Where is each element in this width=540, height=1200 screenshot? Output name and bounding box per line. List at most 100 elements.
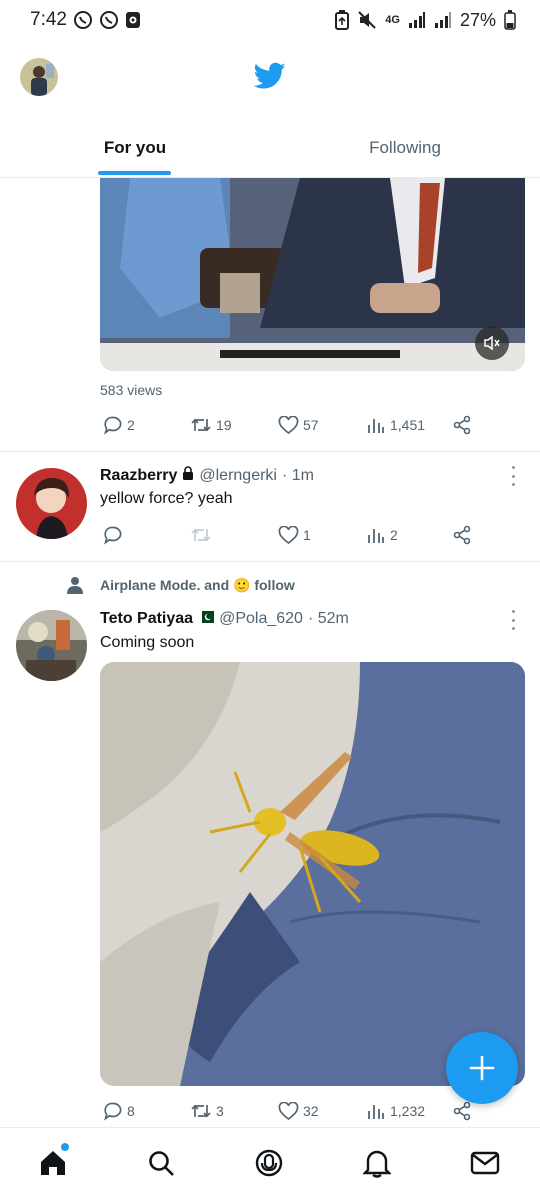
post-divider (0, 451, 540, 452)
spaces-icon (255, 1149, 283, 1177)
new-content-dot (61, 1143, 69, 1151)
tab-following[interactable]: Following (270, 118, 540, 178)
post-actions: 1 2 (100, 522, 480, 548)
retweet-button (190, 522, 216, 548)
pakistan-flag-icon (198, 610, 215, 628)
notifications-icon (363, 1150, 391, 1178)
mute-icon (357, 10, 377, 30)
reply-icon (103, 526, 122, 545)
share-icon (453, 1101, 471, 1121)
profile-avatar[interactable] (20, 58, 58, 96)
retweet-count: 3 (216, 1103, 224, 1119)
retweet-icon (191, 418, 211, 432)
whatsapp-icon (73, 10, 93, 30)
reply-button[interactable]: 2 (103, 412, 135, 438)
timeline-tabs: For you Following (0, 118, 540, 178)
post-actions: 8 3 32 1,232 (100, 1098, 480, 1124)
reply-count: 8 (127, 1103, 135, 1119)
post-header: Raazberry @lerngerki · 1m (100, 466, 314, 485)
share-button[interactable] (452, 412, 472, 438)
like-count: 32 (303, 1103, 319, 1119)
compose-tweet-button[interactable] (446, 1032, 518, 1104)
app-header: For you Following (0, 40, 540, 178)
battery-saver-icon (335, 10, 350, 30)
share-icon (453, 415, 471, 435)
view-count: 2 (390, 527, 398, 543)
post-actions: 2 19 57 1,451 (100, 412, 480, 438)
status-time: 7:42 (30, 9, 67, 30)
reply-icon (103, 416, 122, 435)
post-divider (0, 561, 540, 562)
views-button[interactable]: 1,232 (366, 1098, 425, 1124)
heart-icon (278, 415, 299, 434)
post-text: Coming soon (100, 634, 195, 651)
reply-button[interactable] (103, 522, 127, 548)
post-header: Teto Patiyaa @Pola_620 · 52m (100, 610, 349, 628)
signal-icon (434, 11, 452, 29)
social-context[interactable]: Airplane Mode. and 🙂 follow (66, 576, 295, 594)
network-type: 4G (385, 14, 400, 26)
more-options-icon[interactable] (508, 610, 518, 630)
more-options-icon[interactable] (508, 466, 518, 486)
like-count: 57 (303, 417, 319, 433)
tab-for-you[interactable]: For you (0, 118, 270, 178)
screen-record-icon (125, 11, 141, 29)
reply-count: 2 (127, 417, 135, 433)
user-avatar[interactable] (16, 468, 87, 539)
view-count: 1,232 (390, 1103, 426, 1119)
user-avatar[interactable] (16, 610, 87, 681)
share-button[interactable] (452, 522, 472, 548)
mute-toggle-icon[interactable] (475, 326, 509, 360)
post-time: · 1m (281, 466, 314, 484)
retweet-count: 19 (216, 417, 232, 433)
video-view-count: 583 views (100, 382, 163, 398)
user-handle[interactable]: @Pola_620 (219, 610, 303, 628)
reply-icon (103, 1102, 122, 1121)
battery-icon (504, 10, 516, 30)
analytics-icon (368, 419, 384, 433)
retweet-button[interactable]: 19 (190, 412, 232, 438)
reply-button[interactable]: 8 (103, 1098, 135, 1124)
timeline-feed[interactable]: 583 views 2 19 57 1,451 Raazberry @lerng… (0, 178, 540, 1128)
signal-icon (408, 11, 426, 29)
views-button[interactable]: 2 (366, 522, 398, 548)
nav-search[interactable] (144, 1146, 178, 1180)
battery-percent: 27% (459, 9, 496, 30)
post-time: · 52m (307, 610, 349, 627)
analytics-icon (368, 1105, 384, 1119)
retweet-disabled-icon (191, 528, 211, 542)
post-text: yellow force? yeah (100, 490, 233, 507)
views-button[interactable]: 1,451 (366, 412, 425, 438)
nav-home[interactable] (36, 1146, 70, 1180)
messages-icon (470, 1151, 500, 1175)
heart-icon (278, 525, 299, 544)
like-button[interactable]: 1 (278, 522, 311, 548)
post-video[interactable] (100, 178, 525, 371)
status-bar: 7:42 4G 27% (0, 0, 540, 40)
retweet-button[interactable]: 3 (190, 1098, 224, 1124)
like-button[interactable]: 57 (278, 412, 319, 438)
like-count: 1 (303, 527, 311, 543)
share-icon (453, 525, 471, 545)
display-name[interactable]: Teto Patiyaa (100, 610, 193, 628)
person-icon (67, 577, 83, 594)
analytics-icon (368, 529, 384, 543)
retweet-icon (191, 1104, 211, 1118)
search-icon (149, 1151, 174, 1176)
post-photo[interactable] (100, 662, 525, 1086)
nav-notifications[interactable] (360, 1146, 394, 1180)
nav-spaces[interactable] (252, 1146, 286, 1180)
like-button[interactable]: 32 (278, 1098, 319, 1124)
home-icon (41, 1151, 65, 1175)
nav-messages[interactable] (468, 1146, 502, 1180)
heart-icon (278, 1101, 299, 1120)
social-context-text: Airplane Mode. and 🙂 follow (100, 576, 295, 593)
bottom-navigation (0, 1127, 540, 1200)
view-count: 1,451 (390, 417, 426, 433)
whatsapp-icon (99, 10, 119, 30)
plus-icon (469, 1055, 495, 1081)
user-handle[interactable]: @lerngerki (199, 467, 277, 485)
display-name[interactable]: Raazberry (100, 467, 177, 485)
active-tab-indicator (98, 171, 171, 175)
lock-icon (182, 466, 194, 485)
